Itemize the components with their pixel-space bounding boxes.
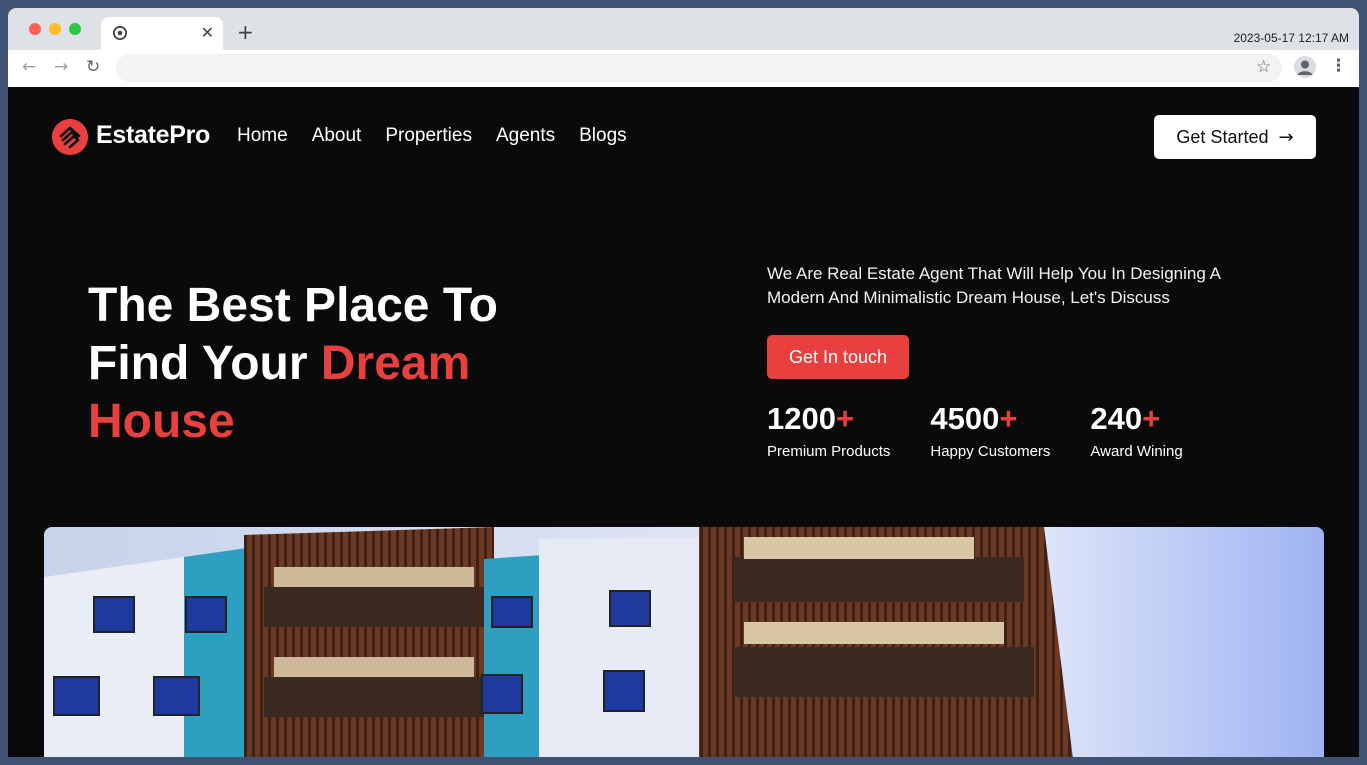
new-tab-button[interactable]: +: [237, 20, 254, 44]
stat-label: Award Wining: [1090, 443, 1183, 460]
hero-title-accent-house: House: [88, 395, 235, 448]
browser-toolbar: ← → ↻ ☆ ⋮: [8, 50, 1359, 88]
brand-name[interactable]: EstatePro: [96, 121, 210, 150]
browser-tab[interactable]: ✕: [101, 17, 223, 50]
stat-happy-customers: 4500+ Happy Customers: [930, 399, 1050, 460]
system-clock: 2023-05-17 12:17 AM: [1233, 31, 1349, 45]
window-minimize-dot[interactable]: [49, 23, 61, 35]
user-avatar-icon[interactable]: [1294, 56, 1316, 78]
nav-agents[interactable]: Agents: [496, 125, 555, 147]
stat-plus: +: [1142, 401, 1161, 436]
nav-about[interactable]: About: [312, 125, 362, 147]
nav-home[interactable]: Home: [237, 125, 288, 147]
back-icon[interactable]: ←: [22, 57, 36, 77]
window-maximize-dot[interactable]: [69, 23, 81, 35]
get-started-button[interactable]: Get Started →: [1154, 115, 1316, 159]
forward-icon[interactable]: →: [54, 57, 68, 77]
stat-award-wining: 240+ Award Wining: [1090, 399, 1182, 460]
stats-row: 1200+ Premium Products 4500+ Happy Custo…: [767, 399, 1223, 460]
hero-title-accent-dream: Dream: [320, 337, 471, 390]
stat-plus: +: [999, 401, 1018, 436]
window-close-dot[interactable]: [29, 23, 41, 35]
address-bar[interactable]: [116, 54, 1282, 82]
stat-value: 4500: [930, 401, 1000, 436]
nav-blogs[interactable]: Blogs: [579, 125, 627, 147]
hero-description: We Are Real Estate Agent That Will Help …: [767, 264, 1220, 307]
hero-title: The Best Place To Find Your Dream House: [88, 277, 608, 451]
stat-label: Premium Products: [767, 443, 891, 460]
tab-bar: ✕ + 2023-05-17 12:17 AM: [8, 8, 1359, 50]
arrow-right-icon: →: [1278, 126, 1294, 148]
browser-window: ✕ + 2023-05-17 12:17 AM ← → ↻ ☆ ⋮ Estate…: [8, 8, 1359, 757]
main-nav: Home About Properties Agents Blogs: [237, 125, 627, 147]
stat-label: Happy Customers: [930, 443, 1051, 460]
reload-icon[interactable]: ↻: [86, 57, 100, 77]
hero-title-line2: Find Your: [88, 337, 321, 390]
hero-building-image: [44, 527, 1324, 757]
get-in-touch-button[interactable]: Get In touch: [767, 335, 909, 379]
browser-menu-icon[interactable]: ⋮: [1330, 56, 1347, 76]
chrome-icon: [113, 26, 127, 40]
nav-properties[interactable]: Properties: [385, 125, 472, 147]
tab-close-icon[interactable]: ✕: [201, 23, 214, 42]
stat-premium-products: 1200+ Premium Products: [767, 399, 890, 460]
house-logo-icon[interactable]: [52, 119, 88, 155]
landing-page: EstatePro Home About Properties Agents B…: [8, 87, 1359, 757]
get-started-label: Get Started: [1176, 126, 1269, 147]
hero-title-line1: The Best Place To: [88, 279, 498, 332]
bookmark-star-icon[interactable]: ☆: [1256, 57, 1271, 77]
stat-value: 240: [1090, 401, 1143, 436]
stat-plus: +: [835, 401, 855, 436]
stat-value: 1200: [767, 401, 836, 436]
